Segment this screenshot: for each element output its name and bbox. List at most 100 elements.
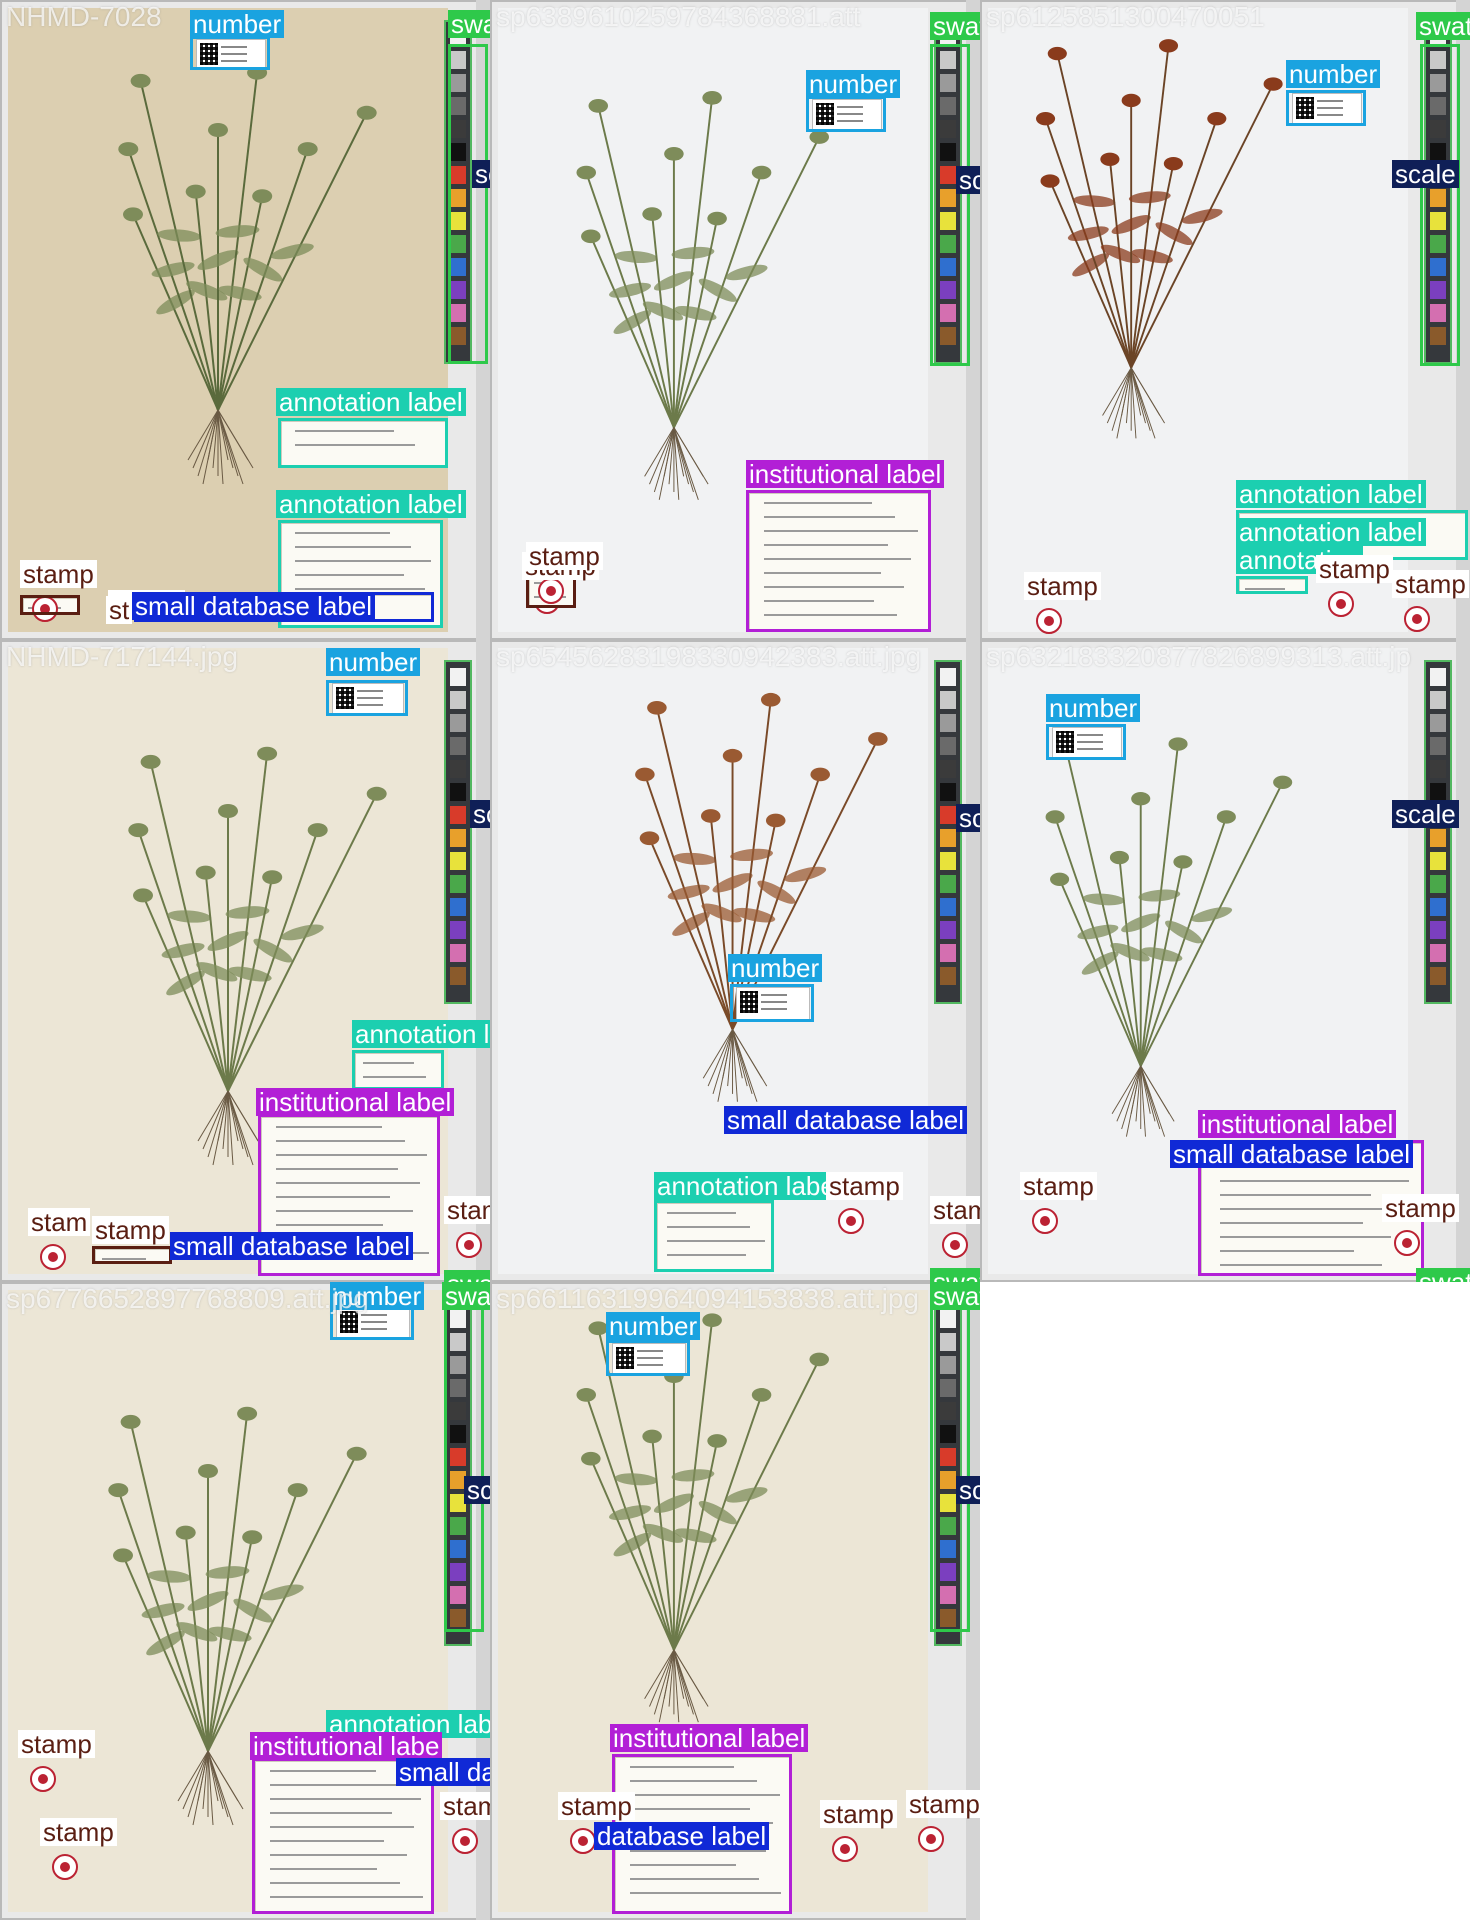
text-line — [221, 46, 247, 48]
specimen-tile[interactable]: sp6545628319833094238​3.att.jpg swatch sca… — [490, 640, 980, 1282]
text-line — [294, 532, 391, 534]
specimen-tile[interactable]: sp63218332087782689931​3.att.jp swatch num… — [980, 640, 1470, 1282]
color-chip — [940, 166, 956, 184]
detection-label-swatch: swatch — [930, 1268, 980, 1282]
barcode-number-label — [1292, 93, 1362, 125]
color-chip — [450, 714, 466, 732]
detection-label-stamp: stamp — [1020, 1172, 1097, 1200]
text-line — [361, 1328, 387, 1330]
text-line — [361, 1314, 387, 1316]
text-line — [361, 1321, 387, 1323]
text-line — [1077, 734, 1103, 736]
detection-label-stamp: st — [106, 596, 133, 624]
detection-label-number: number — [728, 954, 823, 982]
detection-label-stamp: stamp — [20, 560, 97, 588]
color-chip — [450, 875, 466, 893]
detection-label-stamp: stamp — [444, 1196, 490, 1224]
color-chip — [450, 51, 466, 69]
specimen-tile[interactable]: sp6611631996409415383​8.att.jpg swatch num… — [490, 1282, 980, 1920]
color-chip — [940, 120, 956, 138]
detection-label-stamp: stamp — [526, 542, 603, 570]
specimen-tile[interactable]: sp677665289776880​9.att.jpgnumberswatchs… — [0, 1282, 490, 1920]
specimen-grid: NHMD-7028 number swatch scale annotation lab… — [0, 0, 1470, 1920]
qr-code-icon — [1296, 97, 1314, 119]
color-chip — [450, 120, 466, 138]
text-line — [1219, 1208, 1400, 1210]
stamp-emblem-icon — [828, 1832, 862, 1866]
detection-label-stamp: stamp — [40, 1818, 117, 1846]
color-chip — [450, 898, 466, 916]
text-line — [764, 558, 912, 560]
text-line — [270, 1840, 385, 1842]
specimen-tile[interactable]: sp63896102597843688​81.att swatch number sc… — [490, 0, 980, 640]
color-chip — [1430, 327, 1446, 345]
text-line — [1077, 741, 1103, 743]
specimen-tile[interactable]: NHMD-7028 number swatch scale annotation lab… — [0, 0, 490, 640]
color-scale-bar — [444, 660, 472, 1004]
detection-label-stamp: stamp — [820, 1800, 897, 1828]
color-chip — [450, 1448, 466, 1466]
color-chip — [940, 1540, 956, 1558]
text-line — [667, 1254, 746, 1256]
text-line — [764, 586, 904, 588]
text-line — [270, 1868, 378, 1870]
color-chip — [940, 281, 956, 299]
text-line — [1219, 1222, 1363, 1224]
image-filename: sp63896102597843688​81.att — [496, 1, 861, 32]
color-chip — [450, 852, 466, 870]
color-chip — [940, 97, 956, 115]
color-chip — [1430, 258, 1446, 276]
text-line — [276, 1182, 421, 1184]
detection-label-stamp: stamp — [92, 1216, 169, 1244]
detection-label-small-database-label: small database label — [724, 1106, 968, 1134]
detection-label-stamp: stamp — [1392, 570, 1469, 598]
sheet-paper-label — [355, 1053, 443, 1089]
image-filename: sp677665289776880​9.att.jpg — [6, 1283, 369, 1314]
sheet-paper-label — [1239, 579, 1307, 593]
color-chip — [450, 737, 466, 755]
stamp-emblem-icon — [452, 1228, 486, 1262]
text-line — [270, 1896, 424, 1898]
detection-label-swatch: swatch — [442, 1282, 490, 1310]
color-chip — [450, 1517, 466, 1535]
text-line — [629, 1780, 757, 1782]
detection-label-swatch: swatch — [1416, 1268, 1470, 1282]
color-chip — [450, 304, 466, 322]
detection-label-small-database-label: small database label — [170, 1232, 414, 1260]
color-chip — [940, 1356, 956, 1374]
color-chip — [940, 1379, 956, 1397]
sheet-edge — [1456, 640, 1470, 1282]
detection-label-small-database-label: small database label — [132, 592, 376, 620]
detection-label-annotation-label: annotation label — [1236, 518, 1426, 546]
color-chip — [450, 1356, 466, 1374]
color-chip — [1430, 829, 1446, 847]
barcode-number-label — [812, 99, 882, 131]
stamp-emblem-icon — [914, 1822, 948, 1856]
detection-label-number: number — [190, 10, 285, 38]
stamp-emblem-icon — [1324, 587, 1358, 621]
text-line — [362, 1062, 415, 1064]
specimen-tile[interactable]: NHMD-717144.jpg swatch number scale annotati… — [0, 640, 490, 1282]
qr-code-icon — [816, 103, 834, 125]
stamp-emblem-icon — [28, 592, 62, 626]
text-line — [1219, 1194, 1372, 1196]
stamp-emblem-icon — [1028, 1204, 1062, 1238]
detection-label-stamp: stamp — [18, 1730, 95, 1758]
text-line — [629, 1794, 780, 1796]
text-line — [1317, 100, 1343, 102]
color-chip — [940, 852, 956, 870]
sheet-paper-label — [281, 421, 447, 467]
color-chip — [1430, 714, 1446, 732]
color-chip — [450, 74, 466, 92]
color-chip — [450, 1425, 466, 1443]
detection-label-scale: scale — [470, 800, 490, 828]
color-chip — [940, 235, 956, 253]
text-line — [276, 1140, 405, 1142]
stamp-emblem-icon — [36, 1240, 70, 1274]
text-line — [362, 1076, 426, 1078]
specimen-tile[interactable]: sp6125851300470051 swatch number scale annot… — [980, 0, 1470, 640]
text-line — [1317, 107, 1343, 109]
text-line — [761, 1008, 787, 1010]
color-chip — [940, 714, 956, 732]
stamp-emblem-icon — [1400, 602, 1434, 636]
